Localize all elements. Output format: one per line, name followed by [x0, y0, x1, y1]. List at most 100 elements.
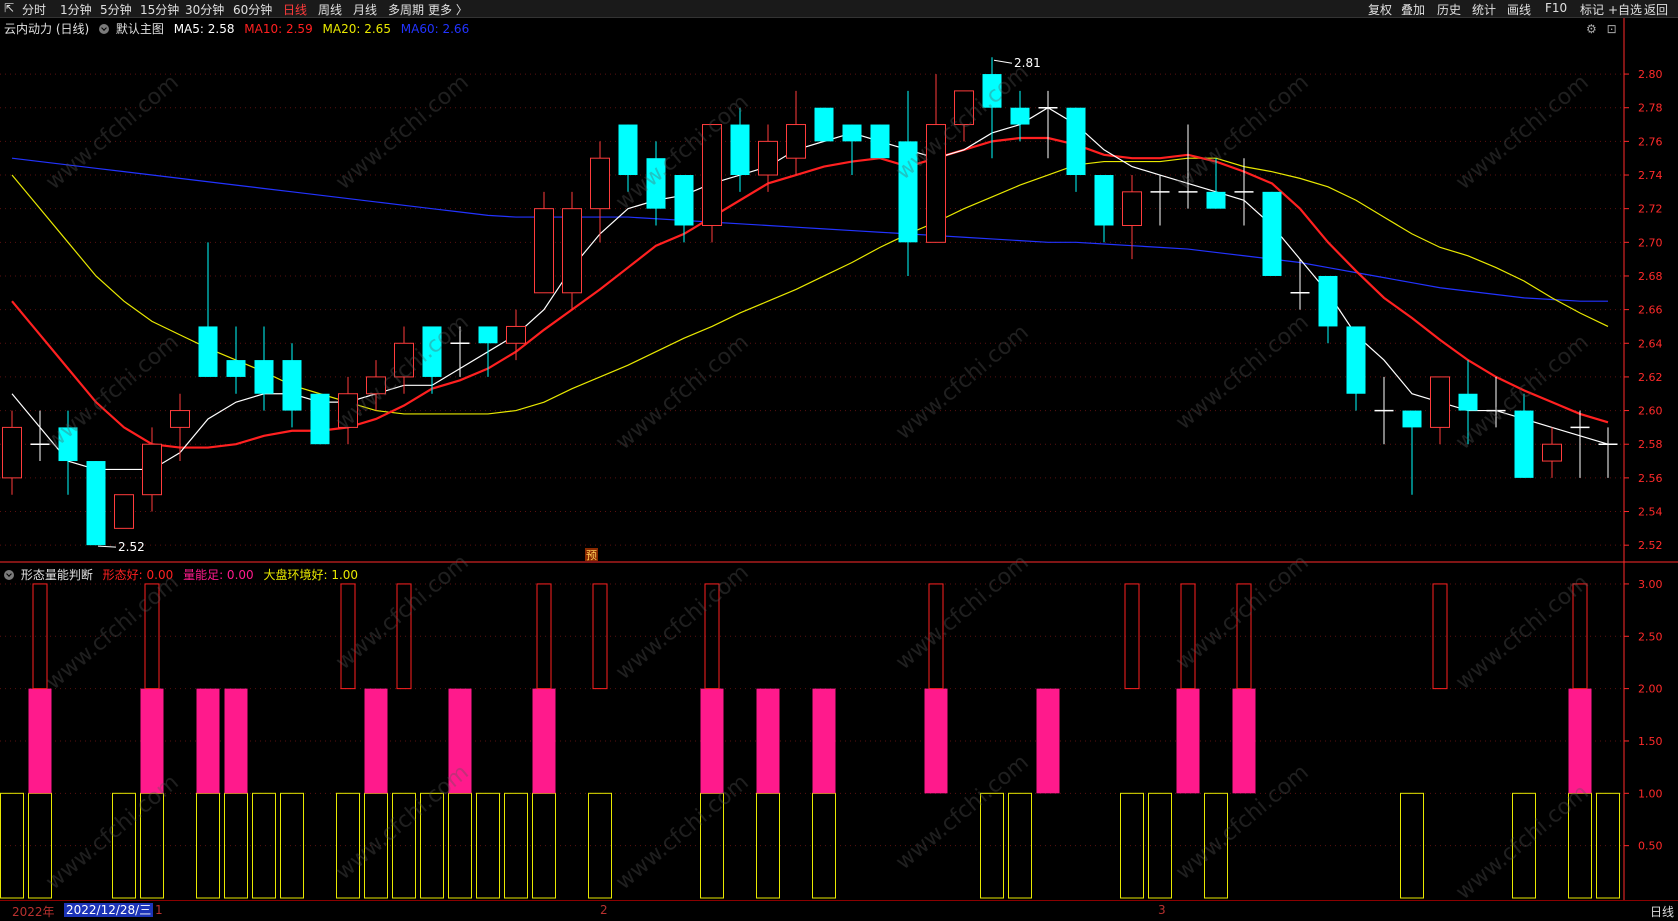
- candle-body: [1430, 376, 1450, 428]
- sub-tick-label: 2.50: [1638, 630, 1663, 643]
- sub-bar-volume: [1232, 688, 1256, 794]
- chevron-down-icon[interactable]: [4, 570, 14, 580]
- sub-bar-market: [1596, 792, 1620, 899]
- ma5-line: [11, 107, 1609, 471]
- sub-bar-volume: [756, 688, 780, 794]
- price-tick-label: 2.78: [1638, 102, 1663, 115]
- candle-body: [2, 426, 22, 479]
- sub-bar-market: [756, 792, 780, 899]
- sub-bar-market: [336, 792, 360, 899]
- toolbar-button-6[interactable]: 标记: [1580, 1, 1604, 18]
- toolbar-button-0[interactable]: 复权: [1368, 1, 1392, 18]
- price-tick-label: 2.62: [1638, 371, 1663, 384]
- candle-body: [254, 360, 274, 394]
- sub-bar-volume: [700, 688, 724, 794]
- indicator-name[interactable]: 默认主图: [116, 22, 164, 36]
- ma10-line: [11, 136, 1609, 449]
- period-tab-4[interactable]: 30分钟: [185, 1, 224, 18]
- ma20-line: [11, 157, 1609, 415]
- candle-body: [674, 175, 694, 226]
- period-tab-10[interactable]: 更多 〉: [428, 1, 468, 18]
- sub-bar-volume: [812, 688, 836, 794]
- sub-bar-volume: [1568, 688, 1592, 794]
- candle-body: [646, 158, 666, 209]
- sub-pane-header: 形态量能判断 形态好: 0.00 量能足: 0.00 大盘环境好: 1.00: [4, 566, 358, 583]
- candle-body: [1542, 443, 1562, 462]
- candle-body: [814, 107, 834, 142]
- toolbar-button-1[interactable]: 叠加: [1401, 1, 1425, 18]
- sub-bar-shape: [144, 583, 160, 690]
- period-tab-7[interactable]: 周线: [318, 1, 342, 18]
- ma60-label: MA60: 2.66: [400, 22, 470, 36]
- candle-body: [758, 140, 778, 176]
- toolbar-button-5[interactable]: F10: [1545, 1, 1567, 15]
- sub-tick-label: 0.50: [1638, 840, 1663, 853]
- period-tab-1[interactable]: 1分钟: [60, 1, 92, 18]
- sub-bar-shape: [1236, 583, 1252, 690]
- sub-bar-shape: [704, 583, 720, 690]
- candle-body: [842, 124, 862, 142]
- price-tick-label: 2.70: [1638, 236, 1663, 249]
- candle-body: [226, 360, 246, 377]
- period-tag[interactable]: 日线: [1650, 903, 1674, 920]
- period-tab-5[interactable]: 60分钟: [233, 1, 272, 18]
- sub-indicator-name[interactable]: 形态量能判断: [21, 568, 93, 582]
- low-marker: [97, 545, 117, 548]
- candle-body: [1066, 107, 1086, 176]
- ma5-label: MA5: 2.58: [173, 22, 235, 36]
- toolbar-button-7[interactable]: +自选: [1608, 1, 1642, 18]
- candle-body: [58, 427, 78, 462]
- toolbar-button-2[interactable]: 历史: [1437, 1, 1461, 18]
- period-tab-6[interactable]: 日线: [283, 1, 307, 18]
- price-tick-label: 2.54: [1638, 506, 1663, 519]
- high-price-label: 2.81: [1014, 56, 1041, 70]
- ma60-line: [11, 157, 1608, 302]
- month-mark-1: 1: [155, 903, 163, 917]
- price-tick-label: 2.76: [1638, 135, 1663, 148]
- candle-body: [1206, 191, 1226, 209]
- candle-body: [394, 342, 414, 378]
- candle-body: [1122, 191, 1142, 226]
- price-tick-label: 2.60: [1638, 405, 1663, 418]
- toolbar-button-8[interactable]: 返回: [1644, 1, 1668, 18]
- cursor-date: 2022/12/28/三: [64, 903, 154, 917]
- candle-body: [702, 124, 722, 226]
- candle-body: [1514, 410, 1534, 478]
- sub-bar-shape: [1180, 583, 1196, 690]
- stock-chart[interactable]: 2.80 2.78 2.76 2.74 2.72 2.70 2.68 2.66 2.64 2.62…: [0, 18, 1678, 900]
- expand-icon[interactable]: ⊡: [1607, 22, 1617, 36]
- toolbar-button-4[interactable]: 画线: [1507, 1, 1531, 18]
- sub-bar-volume: [28, 688, 52, 794]
- candle-body: [1318, 275, 1338, 327]
- sub-bar-volume: [224, 688, 248, 794]
- ma10-label: MA10: 2.59: [244, 22, 313, 36]
- period-tab-0[interactable]: 分时: [22, 1, 46, 18]
- period-tab-9[interactable]: 多周期: [388, 1, 424, 18]
- sub-bar-volume: [532, 688, 556, 794]
- settings-icon[interactable]: ⚙: [1586, 22, 1597, 36]
- candle-body: [198, 326, 218, 377]
- high-marker: [993, 59, 1013, 64]
- candle-body: [954, 90, 974, 126]
- candle-body: [478, 326, 498, 344]
- toolbar-button-3[interactable]: 统计: [1472, 1, 1496, 18]
- price-tick-label: 2.56: [1638, 472, 1663, 485]
- sub-tick-label: 1.00: [1638, 787, 1663, 800]
- period-tab-8[interactable]: 月线: [353, 1, 377, 18]
- candle-body: [422, 326, 442, 377]
- period-tab-2[interactable]: 5分钟: [100, 1, 132, 18]
- chevron-down-icon[interactable]: [99, 24, 110, 34]
- window-icon[interactable]: ⇱: [4, 1, 14, 15]
- candle-body: [1346, 326, 1366, 394]
- candle-body: [982, 74, 1002, 108]
- price-tick-label: 2.52: [1638, 539, 1663, 552]
- sub-bar-volume: [448, 688, 472, 794]
- candle-body: [114, 494, 134, 529]
- candle-body: [1262, 191, 1282, 276]
- sub-bar-market: [196, 792, 220, 899]
- candle-body: [618, 124, 638, 176]
- candle-body: [1010, 107, 1030, 125]
- period-tab-3[interactable]: 15分钟: [140, 1, 179, 18]
- ma20-label: MA20: 2.65: [322, 22, 391, 36]
- price-tick-label: 2.74: [1638, 169, 1663, 182]
